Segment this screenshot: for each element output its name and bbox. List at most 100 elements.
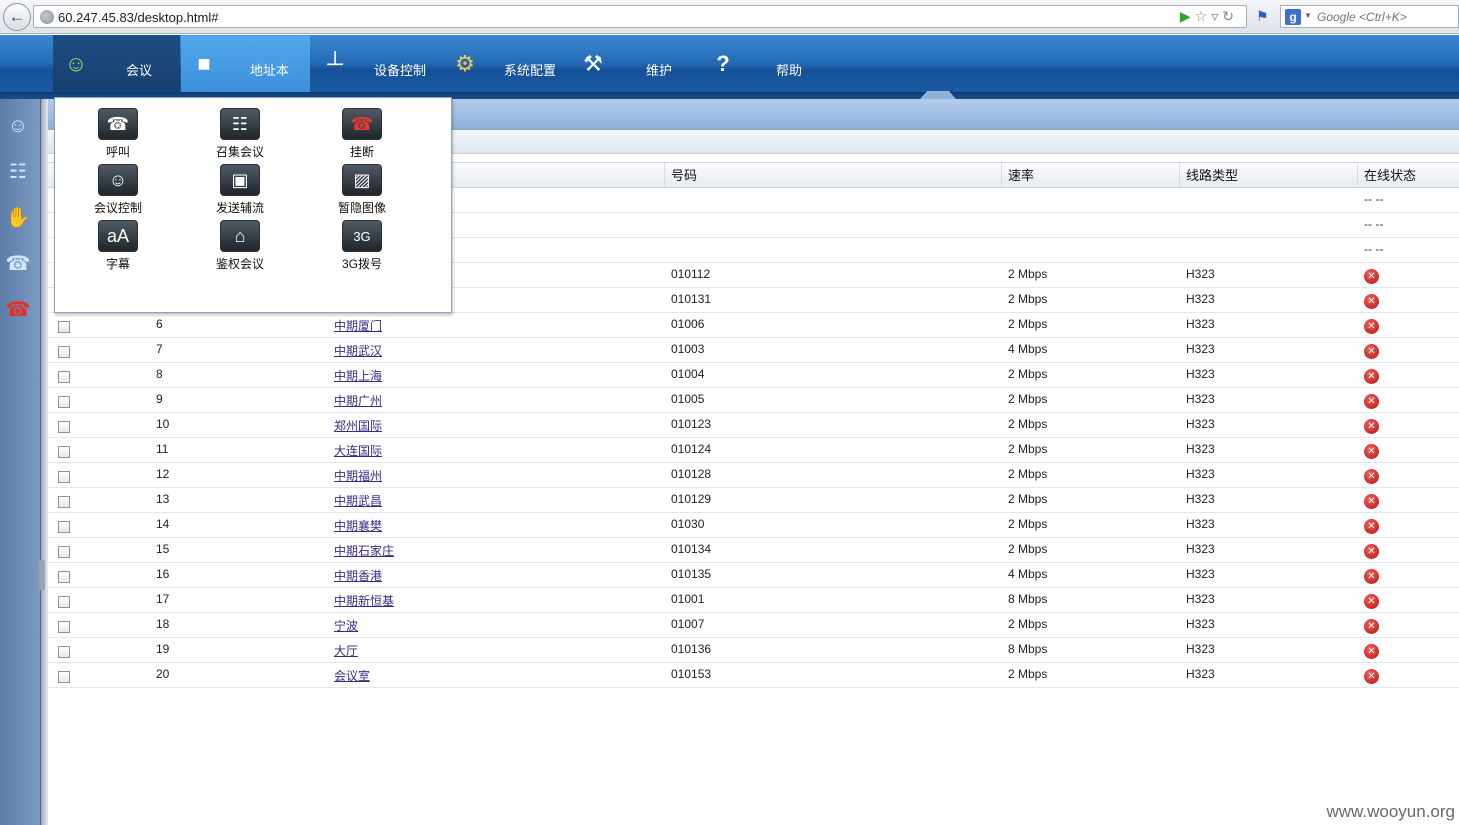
table-row[interactable]: 14 中期襄樊 01030 2 Mbps H323 ✕: [48, 513, 1459, 538]
table-row[interactable]: 17 中期新恒基 01001 8 Mbps H323 ✕: [48, 588, 1459, 613]
row-checkbox[interactable]: [58, 471, 70, 483]
row-name-link[interactable]: 中期厦门: [334, 317, 382, 334]
row-checkbox[interactable]: [58, 346, 70, 358]
phone-call-icon[interactable]: ☎: [3, 249, 33, 279]
3g-dial-icon: 3G: [342, 220, 382, 252]
table-row[interactable]: 19 大厅 010136 8 Mbps H323 ✕: [48, 638, 1459, 663]
row-checkbox[interactable]: [58, 446, 70, 458]
header-online-status[interactable]: 在线状态: [1357, 163, 1459, 188]
row-name-link[interactable]: 中期襄樊: [334, 517, 382, 534]
tab-system-config[interactable]: ⚙ 系统配置: [442, 35, 567, 92]
menu-item-label: 字幕: [105, 257, 130, 271]
menu-item-hangup[interactable]: ☎ 挂断: [317, 102, 407, 159]
menu-item-caption[interactable]: aA 字幕: [73, 214, 163, 271]
search-input[interactable]: g ▼ Google <Ctrl+K>: [1280, 5, 1459, 28]
sidebar-grip-handle[interactable]: [39, 560, 45, 590]
header-number[interactable]: 号码: [664, 163, 1002, 188]
bookmark-icon[interactable]: ⚑: [1256, 8, 1269, 25]
row-checkbox[interactable]: [58, 621, 70, 633]
row-checkbox[interactable]: [58, 646, 70, 658]
offline-status-icon: ✕: [1364, 519, 1379, 534]
row-name-link[interactable]: 中期武汉: [334, 342, 382, 359]
menu-item-meeting-control[interactable]: ☺ 会议控制: [73, 158, 163, 215]
row-checkbox[interactable]: [58, 396, 70, 408]
row-name-link[interactable]: 郑州国际: [334, 417, 382, 434]
table-row[interactable]: 10 郑州国际 010123 2 Mbps H323 ✕: [48, 413, 1459, 438]
sidebar-splitter[interactable]: [41, 99, 48, 825]
table-row[interactable]: 13 中期武昌 010129 2 Mbps H323 ✕: [48, 488, 1459, 513]
table-row[interactable]: 11 大连国际 010124 2 Mbps H323 ✕: [48, 438, 1459, 463]
row-checkbox[interactable]: [58, 596, 70, 608]
menu-item-hide-image[interactable]: ▨ 暂隐图像: [317, 158, 407, 215]
tab-meeting[interactable]: ☺ 会议: [53, 35, 180, 92]
meeting-icon[interactable]: ☺: [3, 111, 33, 141]
row-name-link[interactable]: 中期香港: [334, 567, 382, 584]
row-checkbox[interactable]: [58, 671, 70, 683]
table-row[interactable]: 12 中期福州 010128 2 Mbps H323 ✕: [48, 463, 1459, 488]
row-index: 19: [156, 642, 170, 656]
table-row[interactable]: 16 中期香港 010135 4 Mbps H323 ✕: [48, 563, 1459, 588]
row-number: 010123: [671, 417, 712, 431]
row-name-link[interactable]: 会议室: [334, 667, 370, 684]
tab-address-book[interactable]: ■ 地址本: [181, 35, 310, 92]
menu-item-send-aux[interactable]: ▣ 发送辅流: [195, 158, 285, 215]
dropdown-arrow-icon[interactable]: ▿: [1211, 8, 1222, 24]
tab-device-control-label: 设备控制: [374, 63, 427, 78]
conference-icon[interactable]: ☷: [3, 157, 33, 187]
hangup-icon[interactable]: ☎: [3, 295, 33, 325]
menu-item-convene[interactable]: ☷ 召集会议: [195, 102, 285, 159]
row-rate: 2 Mbps: [1008, 492, 1048, 506]
table-row[interactable]: 9 中期广州 01005 2 Mbps H323 ✕: [48, 388, 1459, 413]
row-checkbox[interactable]: [58, 546, 70, 558]
row-name-link[interactable]: 中期新恒基: [334, 592, 394, 609]
row-checkbox[interactable]: [58, 421, 70, 433]
offline-status-icon: ✕: [1364, 294, 1379, 309]
hand-icon[interactable]: ✋: [3, 203, 33, 233]
offline-status-icon: ✕: [1364, 544, 1379, 559]
table-row[interactable]: 18 宁波 01007 2 Mbps H323 ✕: [48, 613, 1459, 638]
google-logo-icon[interactable]: g: [1285, 9, 1301, 25]
tab-help[interactable]: ? 帮助: [700, 35, 825, 92]
row-name-link[interactable]: 中期福州: [334, 467, 382, 484]
row-name-link[interactable]: 中期上海: [334, 367, 382, 384]
go-icon[interactable]: ▶: [1180, 8, 1195, 24]
row-checkbox[interactable]: [58, 496, 70, 508]
row-rate: 2 Mbps: [1008, 467, 1048, 481]
row-name-link[interactable]: 宁波: [334, 617, 358, 634]
url-text[interactable]: 60.247.45.83/desktop.html#: [58, 10, 218, 25]
table-row[interactable]: 8 中期上海 01004 2 Mbps H323 ✕: [48, 363, 1459, 388]
reload-icon[interactable]: ↻: [1222, 8, 1238, 24]
tab-maintenance[interactable]: ⚒ 维护: [570, 35, 695, 92]
menu-item-call[interactable]: ☎ 呼叫: [73, 102, 163, 159]
row-name-link[interactable]: 中期广州: [334, 392, 382, 409]
row-index: 13: [156, 492, 170, 506]
chevron-down-icon[interactable]: ▼: [1304, 11, 1312, 20]
arrow-left-icon: ←: [8, 7, 26, 26]
row-name-link[interactable]: 大厅: [334, 642, 358, 659]
row-name-link[interactable]: 中期石家庄: [334, 542, 394, 559]
table-row[interactable]: 20 会议室 010153 2 Mbps H323 ✕: [48, 663, 1459, 688]
row-checkbox[interactable]: [58, 521, 70, 533]
row-rate: 2 Mbps: [1008, 292, 1048, 306]
row-rate: 8 Mbps: [1008, 592, 1048, 606]
row-rate: 2 Mbps: [1008, 417, 1048, 431]
menu-item-auth-meeting[interactable]: ⌂ 鉴权会议: [195, 214, 285, 271]
tab-device-control[interactable]: ┴ 设备控制: [312, 35, 440, 92]
row-checkbox[interactable]: [58, 321, 70, 333]
row-name-link[interactable]: 中期武昌: [334, 492, 382, 509]
row-name-link[interactable]: 大连国际: [334, 442, 382, 459]
star-icon[interactable]: ☆: [1195, 8, 1212, 24]
row-checkbox[interactable]: [58, 571, 70, 583]
row-number: 010153: [671, 667, 712, 681]
back-button[interactable]: ←: [3, 3, 31, 31]
header-rate[interactable]: 速率: [1001, 163, 1180, 188]
menu-item-3g-dial[interactable]: 3G 3G拨号: [317, 214, 407, 271]
header-line-type[interactable]: 线路类型: [1179, 163, 1358, 188]
offline-status-icon: ✕: [1364, 644, 1379, 659]
table-row[interactable]: 6 中期厦门 01006 2 Mbps H323 ✕: [48, 313, 1459, 338]
row-checkbox[interactable]: [58, 371, 70, 383]
table-row[interactable]: 15 中期石家庄 010134 2 Mbps H323 ✕: [48, 538, 1459, 563]
offline-status-icon: ✕: [1364, 344, 1379, 359]
address-bar[interactable]: 60.247.45.83/desktop.html# ▶☆▿↻: [33, 5, 1247, 28]
table-row[interactable]: 7 中期武汉 01003 4 Mbps H323 ✕: [48, 338, 1459, 363]
